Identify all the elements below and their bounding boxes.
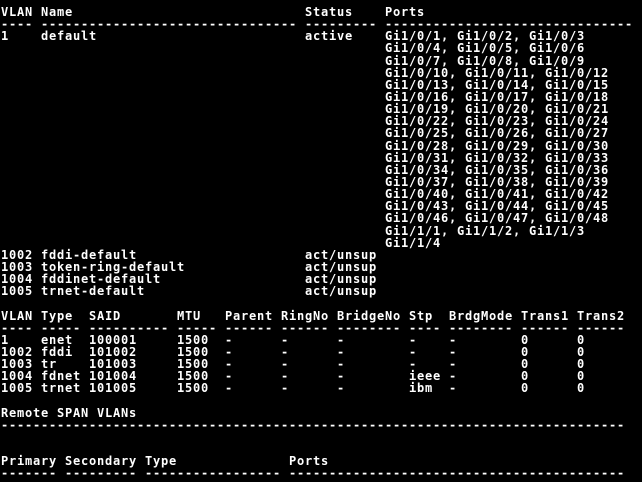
vlan-type-table-header-row: VLAN Type SAID MTU Parent RingNo BridgeN… [0,310,642,322]
vlan-ports-cell: Gi1/1/1, Gi1/1/2, Gi1/1/3 [385,225,585,237]
ringno-column-header: RingNo [281,310,329,322]
vlan-ports-cell: Gi1/0/28, Gi1/0/29, Gi1/0/30 [385,140,609,152]
vlan-id-cell: 1005 [1,285,33,297]
vlan-ports-continuation-line: Gi1/0/25, Gi1/0/26, Gi1/0/27 [0,127,642,139]
vlan-name-cell: default [41,30,97,42]
cell-trans2: 0 [577,382,585,394]
vlan-column-header: VLAN [1,310,33,322]
brdgmode-column-header: BrdgMode [449,310,513,322]
separator-dashes: ---------- [89,322,169,334]
said-column-header: SAID [89,310,121,322]
separator-dashes: ------ [577,322,625,334]
remote-span-vlans-separator: ----------------------------------------… [0,419,642,431]
separator-dashes: ------ [225,322,273,334]
cell-mtu: 1500 [177,382,209,394]
vlan-ports-cell: Gi1/0/25, Gi1/0/26, Gi1/0/27 [385,127,609,139]
vlan-ports-continuation-line: Gi1/1/1, Gi1/1/2, Gi1/1/3 [0,225,642,237]
separator-dashes: ------ [521,322,569,334]
separator-dashes: ----- [41,322,81,334]
vlan-name-cell: trnet-default [41,285,145,297]
parent-column-header: Parent [225,310,273,322]
vlan-type-table-separator-row: ---- ----- ---------- ----- ------ -----… [0,322,642,334]
separator-dashes: --------- [65,467,137,479]
separator-dashes: ------ [281,322,329,334]
separator-dashes: ------- [1,467,57,479]
vlan-ports-continuation-line: Gi1/0/31, Gi1/0/32, Gi1/0/33 [0,152,642,164]
cell-ringno: - [281,382,289,394]
cell-vlan: 1005 [1,382,33,394]
vlan-id-cell: 1 [1,30,9,42]
terminal-screen[interactable]: VLAN Name Status Ports ---- ------------… [0,0,642,482]
separator-dashes: ----------------- [145,467,281,479]
trans2-column-header: Trans2 [577,310,625,322]
vlan-ports-continuation-line: Gi1/0/4, Gi1/0/5, Gi1/0/6 [0,42,642,54]
separator-dashes: -------- [449,322,513,334]
vlan-ports-cell: Gi1/0/46, Gi1/0/47, Gi1/0/48 [385,212,609,224]
separator-dashes: -------- [337,322,401,334]
vlan-ports-cell: Gi1/1/4 [385,237,441,249]
cell-stp: ibm [409,382,433,394]
vlan-status-cell: act/unsup [305,285,377,297]
vlan-ports-continuation-line: Gi1/1/4 [0,237,642,249]
private-vlan-separator-row: ------- --------- ----------------- ----… [0,467,642,479]
vlan-ports-cell: Gi1/0/7, Gi1/0/8, Gi1/0/9 [385,55,585,67]
cell-parent: - [225,382,233,394]
vlan-ports-cell: Gi1/0/4, Gi1/0/5, Gi1/0/6 [385,42,585,54]
separator-dashes: ----------------------------------------… [289,467,625,479]
vlan-row: 1005 trnet-default act/unsup [0,285,642,297]
vlan-ports-continuation-line: Gi1/0/46, Gi1/0/47, Gi1/0/48 [0,212,642,224]
cell-said: 101005 [89,382,137,394]
trans1-column-header: Trans1 [521,310,569,322]
cell-bridgeno: - [337,382,345,394]
remote-span-vlans-title: Remote SPAN VLANs [0,407,642,419]
vlan-ports-continuation-line: Gi1/0/28, Gi1/0/29, Gi1/0/30 [0,140,642,152]
vlan-ports-continuation-line: Gi1/0/7, Gi1/0/8, Gi1/0/9 [0,55,642,67]
vlan-type-row: 1005 trnet 101005 1500 - - - ibm - 0 0 [0,382,642,394]
blank-line [0,395,642,407]
vlan-status-cell: active [305,30,353,42]
cell-trans1: 0 [521,382,529,394]
separator-dashes: ----- [177,322,217,334]
separator-dashes: ----------------------------------------… [1,419,625,431]
section-title: Remote SPAN VLANs [1,407,137,419]
blank-line [0,297,642,309]
bridgeno-column-header: BridgeNo [337,310,401,322]
cell-brdgmode: - [449,382,457,394]
blank-line [0,431,642,443]
type-column-header: Type [41,310,73,322]
mtu-column-header: MTU [177,310,201,322]
stp-column-header: Stp [409,310,433,322]
cell-type: trnet [41,382,81,394]
separator-dashes: ---- [1,322,33,334]
separator-dashes: ---- [409,322,441,334]
